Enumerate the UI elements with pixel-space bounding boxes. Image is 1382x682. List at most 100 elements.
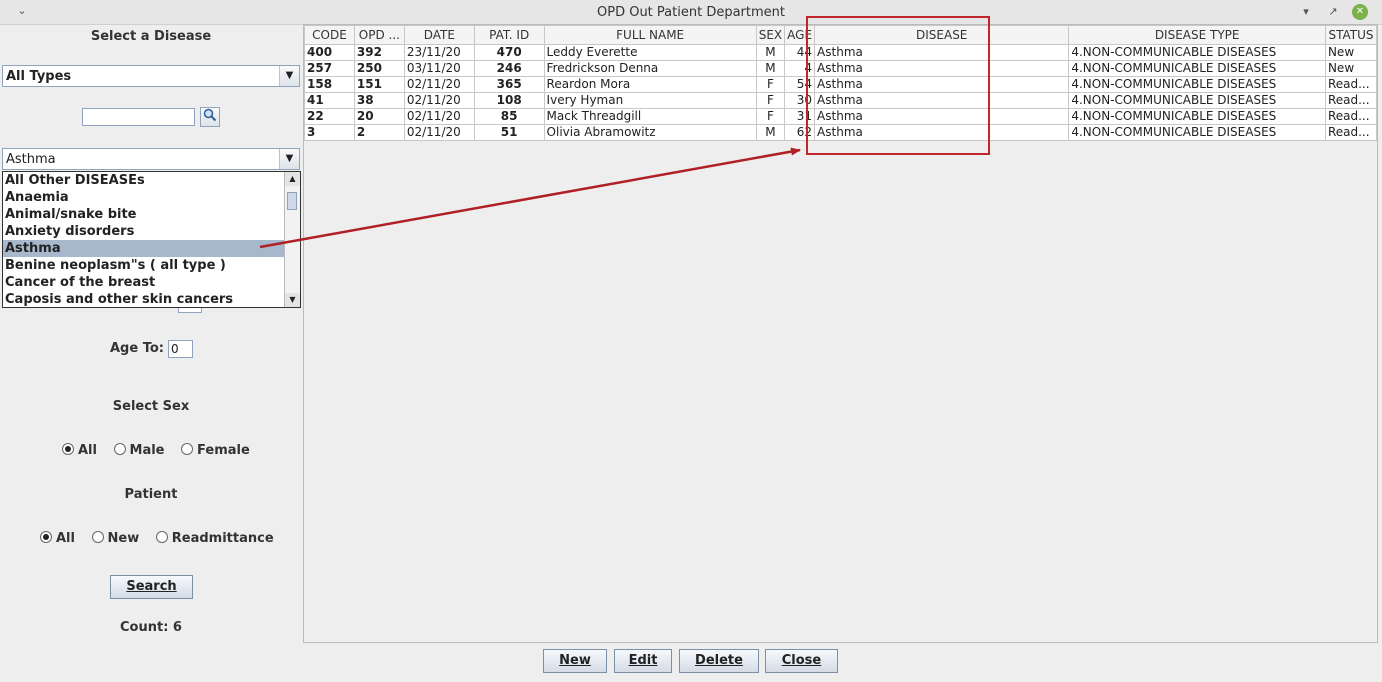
radio-label: Readmittance	[171, 531, 274, 546]
column-header-sex[interactable]: SEX	[755, 25, 786, 45]
radio-label: New	[107, 531, 140, 546]
cell-status: New	[1324, 44, 1378, 61]
radio-label: Male	[129, 443, 165, 458]
cell-code: 257	[304, 60, 355, 77]
delete-button[interactable]: Delete	[679, 649, 759, 673]
patient-radio-new[interactable]: New	[91, 531, 140, 546]
column-header-status[interactable]: STATUS	[1324, 25, 1378, 45]
scroll-up-icon[interactable]: ▲	[285, 172, 300, 186]
sex-radio-group: All Male Female	[62, 443, 262, 458]
column-header-patient-id[interactable]: PAT. ID	[473, 25, 545, 45]
count-label: Count: 6	[120, 620, 182, 635]
cell-opd: 392	[353, 44, 405, 61]
radio-icon	[155, 531, 168, 543]
age-to-field[interactable]: 0	[168, 340, 193, 358]
sex-radio-male[interactable]: Male	[113, 443, 165, 458]
disease-option[interactable]: Anaemia	[3, 189, 285, 206]
cell-full-name: Ivery Hyman	[543, 92, 757, 109]
cell-opd: 250	[353, 60, 405, 77]
cell-status: Read...	[1324, 124, 1378, 141]
disease-option[interactable]: Caposis and other skin cancers	[3, 291, 285, 307]
radio-label: All	[78, 443, 97, 458]
cell-opd: 2	[353, 124, 405, 141]
close-button[interactable]: Close	[765, 649, 838, 673]
column-header-disease-type[interactable]: DISEASE TYPE	[1068, 25, 1326, 45]
search-icon[interactable]	[200, 107, 220, 127]
disease-dropdown-list[interactable]: All Other DISEASEs Anaemia Animal/snake …	[2, 171, 301, 308]
column-header-opd[interactable]: OPD ...	[353, 25, 405, 45]
scroll-down-icon[interactable]: ▼	[285, 293, 300, 307]
cell-code: 41	[304, 92, 355, 109]
cell-patient-id: 246	[473, 60, 545, 77]
cell-sex: M	[755, 44, 786, 61]
dropdown-scrollbar[interactable]: ▲ ▼	[284, 172, 300, 307]
cell-full-name: Fredrickson Denna	[543, 60, 757, 77]
cell-disease-type: 4.NON-COMMUNICABLE DISEASES	[1068, 60, 1326, 77]
disease-combo[interactable]: Asthma ▼	[2, 148, 300, 170]
sex-radio-all[interactable]: All	[62, 443, 97, 458]
maximize-icon[interactable]: ↗	[1325, 4, 1341, 20]
disease-option[interactable]: Animal/snake bite	[3, 206, 285, 223]
cell-code: 22	[304, 108, 355, 125]
chevron-down-icon[interactable]: ▼	[279, 149, 299, 169]
cell-full-name: Olivia Abramowitz	[543, 124, 757, 141]
disease-option[interactable]: Cancer of the breast	[3, 274, 285, 291]
radio-icon	[62, 443, 74, 455]
cell-sex: M	[755, 124, 786, 141]
disease-type-combo[interactable]: All Types ▼	[2, 65, 300, 87]
cell-code: 158	[304, 76, 355, 93]
radio-icon	[40, 531, 52, 543]
disease-option[interactable]: Benine neoplasm"s ( all type )	[3, 257, 285, 274]
new-button[interactable]: New	[543, 649, 607, 673]
cell-sex: F	[755, 92, 786, 109]
filter-panel: Select a Disease All Types ▼ Asthma ▼ Ag…	[0, 24, 302, 644]
cell-date: 03/11/20	[403, 60, 475, 77]
cell-date: 02/11/20	[403, 76, 475, 93]
edit-button[interactable]: Edit	[614, 649, 672, 673]
cell-disease-type: 4.NON-COMMUNICABLE DISEASES	[1068, 108, 1326, 125]
radio-label: All	[56, 531, 75, 546]
cell-disease-type: 4.NON-COMMUNICABLE DISEASES	[1068, 44, 1326, 61]
sex-radio-female[interactable]: Female	[181, 443, 250, 458]
cell-code: 400	[304, 44, 355, 61]
cell-patient-id: 108	[473, 92, 545, 109]
cell-full-name: Leddy Everette	[543, 44, 757, 61]
cell-full-name: Mack Threadgill	[543, 108, 757, 125]
disease-option[interactable]: Anxiety disorders	[3, 223, 285, 240]
column-header-code[interactable]: CODE	[304, 25, 355, 45]
cell-status: Read...	[1324, 76, 1378, 93]
cell-date: 02/11/20	[403, 108, 475, 125]
radio-icon	[181, 443, 194, 455]
disease-option-selected[interactable]: Asthma	[3, 240, 285, 257]
column-header-full-name[interactable]: FULL NAME	[543, 25, 757, 45]
cell-date: 02/11/20	[403, 92, 475, 109]
cell-disease-type: 4.NON-COMMUNICABLE DISEASES	[1068, 124, 1326, 141]
patient-radio-readmittance[interactable]: Readmittance	[155, 531, 274, 546]
cell-patient-id: 51	[473, 124, 545, 141]
title-bar: ⌄ OPD Out Patient Department ▾ ↗ ✕	[0, 0, 1382, 25]
cell-sex: F	[755, 76, 786, 93]
cell-sex: M	[755, 60, 786, 77]
disease-combo-value: Asthma	[6, 152, 56, 167]
column-header-date[interactable]: DATE	[403, 25, 475, 45]
cell-sex: F	[755, 108, 786, 125]
search-button[interactable]: Search	[110, 575, 193, 599]
cell-disease-type: 4.NON-COMMUNICABLE DISEASES	[1068, 92, 1326, 109]
minimize-icon[interactable]: ▾	[1298, 4, 1314, 20]
cell-status: New	[1324, 60, 1378, 77]
scrollbar-thumb[interactable]	[287, 192, 297, 210]
cell-code: 3	[304, 124, 355, 141]
cell-full-name: Reardon Mora	[543, 76, 757, 93]
radio-icon	[91, 531, 104, 543]
cell-disease-type: 4.NON-COMMUNICABLE DISEASES	[1068, 76, 1326, 93]
disease-option[interactable]: All Other DISEASEs	[3, 172, 285, 189]
disease-type-value: All Types	[6, 69, 72, 84]
radio-icon	[113, 443, 126, 455]
cell-opd: 151	[353, 76, 405, 93]
cell-status: Read...	[1324, 92, 1378, 109]
chevron-down-icon[interactable]: ▼	[279, 66, 299, 86]
cell-opd: 20	[353, 108, 405, 125]
close-window-icon[interactable]: ✕	[1352, 4, 1368, 20]
patient-radio-all[interactable]: All	[40, 531, 75, 546]
disease-search-input[interactable]	[82, 108, 195, 126]
